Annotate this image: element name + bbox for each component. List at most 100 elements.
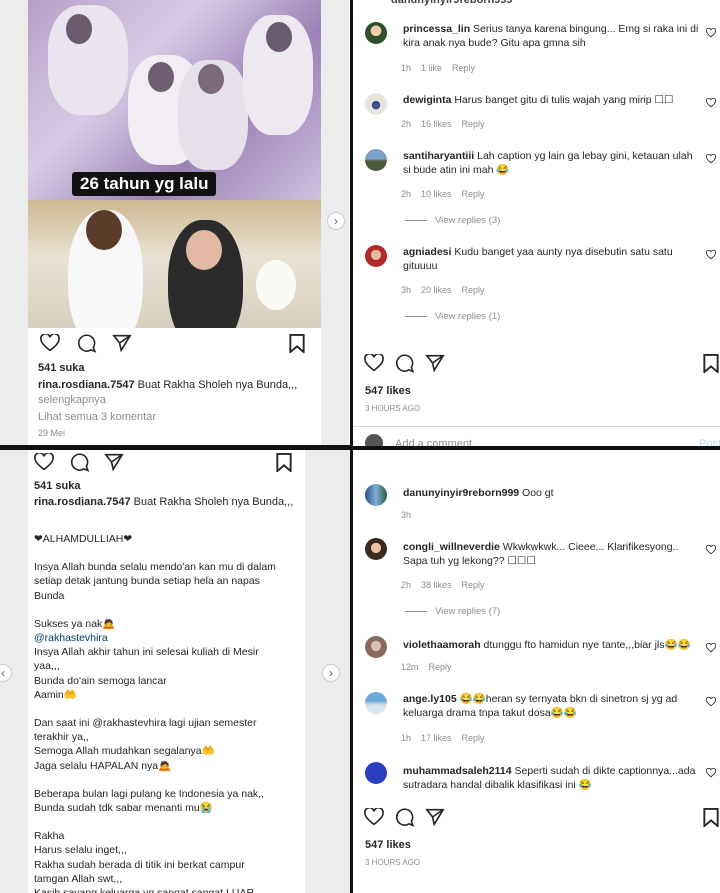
reply-link[interactable]: Reply	[462, 189, 485, 199]
next-arrow-icon[interactable]: ›	[322, 664, 340, 682]
share-icon[interactable]	[112, 334, 132, 352]
avatar[interactable]	[365, 245, 387, 267]
caption-line: ❤ALHAMDULLIAH❤	[34, 533, 133, 545]
caption-line	[34, 773, 304, 787]
emoji-icon[interactable]	[365, 434, 383, 446]
comment-like-icon[interactable]	[706, 545, 716, 555]
heart-icon[interactable]	[364, 354, 384, 372]
reply-link[interactable]: Reply	[462, 119, 485, 129]
comment-text: princessa_lin Serius tanya karena bingun…	[403, 23, 699, 49]
comment-like-icon[interactable]	[706, 28, 716, 38]
comment-meta: 1h 1 like Reply	[401, 63, 476, 73]
caption-line: Insya Allah bunda selalu mendo'an kan mu…	[34, 561, 276, 574]
view-all-comments-link[interactable]: Lihat semua 3 komentar	[38, 411, 156, 423]
comment-text: congli_willneverdie Wkwkwkwk... Cieee...…	[403, 541, 679, 567]
reply-link[interactable]: Reply	[462, 285, 485, 295]
comment-icon[interactable]	[395, 808, 415, 827]
old-wedding-photo	[28, 0, 321, 200]
post-date: 29 Mei	[38, 428, 66, 438]
post-time-ago: 3 HOURS AGO	[365, 858, 421, 867]
post-button[interactable]: Post	[699, 438, 720, 446]
caption-line	[34, 546, 304, 560]
comment-text: santiharyantiii Lah caption yg lain ga l…	[403, 150, 693, 176]
comment-like-icon[interactable]	[706, 154, 716, 164]
comment-like-icon[interactable]	[706, 768, 716, 778]
caption-full-text: ❤ALHAMDULLIAH❤ Insya Allah bunda selalu m…	[34, 518, 304, 893]
photo-caption-label: 26 tahun yg lalu	[72, 172, 217, 196]
reply-link[interactable]: Reply	[452, 63, 475, 73]
view-replies-link[interactable]: View replies (3)	[405, 215, 500, 226]
comment-like-icon[interactable]	[706, 697, 716, 707]
share-icon[interactable]	[425, 808, 445, 826]
comment-meta: 2h 10 likes Reply	[401, 189, 485, 199]
caption-line: setiap detak jantung bunda setiap hela a…	[34, 575, 260, 588]
comment-username[interactable]: muhammadsaleh2114	[403, 765, 512, 777]
comment-text: muhammadsaleh2114 Seperti sudah di dikte…	[403, 765, 696, 791]
add-comment-input[interactable]: Add a comment...	[395, 438, 481, 446]
comment-username[interactable]: dewiginta	[403, 94, 451, 106]
caption-line: Dan saat ini @rakhastevhira lagi ujian s…	[34, 717, 257, 730]
reply-link[interactable]: Reply	[462, 733, 485, 743]
bookmark-icon[interactable]	[289, 334, 305, 353]
comments-screenshot-bottom-right: danunyinyir9reborn999 Ooo gt 3h congli_w…	[353, 450, 720, 893]
comment-like-icon[interactable]	[706, 643, 716, 653]
caption-line	[34, 518, 304, 532]
comment-icon[interactable]	[395, 354, 415, 373]
reply-link[interactable]: Reply	[462, 580, 485, 590]
view-replies-link[interactable]: View replies (1)	[405, 311, 500, 322]
caption-line: Kasih sayang keluarga yg sangat sangat L…	[34, 886, 304, 893]
comment-username[interactable]: ange.ly105	[403, 693, 457, 705]
avatar[interactable]	[365, 484, 387, 506]
comment-like-icon[interactable]	[706, 98, 716, 108]
avatar[interactable]	[365, 93, 387, 115]
avatar[interactable]	[365, 149, 387, 171]
heart-icon[interactable]	[40, 334, 60, 352]
bookmark-icon[interactable]	[703, 354, 719, 373]
comment-meta: 12m Reply	[401, 662, 452, 672]
caption-preview: rina.rosdiana.7547 Buat Rakha Sholeh nya…	[38, 379, 297, 391]
comment-username[interactable]: agniadesi	[403, 246, 451, 258]
comment-icon[interactable]	[70, 453, 90, 472]
comment-icon[interactable]	[77, 334, 97, 353]
comment-meta: 3h	[401, 510, 412, 520]
caption-line: Semoga Allah mudahkan segalanya🤲	[34, 745, 215, 758]
caption-line[interactable]: @rakhastevhira	[34, 631, 304, 645]
caption-line	[34, 702, 304, 716]
post-screenshot-top-left: 26 tahun yg lalu › 541 suka rina.rosdian…	[0, 0, 350, 445]
comment-username[interactable]: santiharyantiii	[403, 150, 474, 162]
bookmark-icon[interactable]	[276, 453, 292, 472]
caption-line	[34, 815, 304, 829]
caption-line: Beberapa bulan lagi pulang ke Indonesia …	[34, 787, 265, 800]
caption-line: Rakha sudah berada di titik ini berkat c…	[34, 858, 245, 871]
comment-username[interactable]: princessa_lin	[403, 23, 470, 35]
avatar[interactable]	[365, 22, 387, 44]
recent-photo	[28, 200, 321, 328]
comment-username[interactable]: violethaamorah	[403, 639, 481, 651]
comment-username[interactable]: congli_willneverdie	[403, 541, 500, 553]
caption-line: Jaga selalu HAPALAN nya🙇	[34, 759, 172, 772]
avatar[interactable]	[365, 762, 387, 784]
post-username[interactable]: rina.rosdiana.7547	[38, 379, 135, 391]
post-username[interactable]: rina.rosdiana.7547	[34, 496, 131, 508]
heart-icon[interactable]	[34, 453, 54, 471]
share-icon[interactable]	[425, 354, 445, 372]
view-replies-link[interactable]: View replies (7)	[405, 606, 500, 617]
next-arrow-icon[interactable]: ›	[327, 212, 345, 230]
avatar[interactable]	[365, 692, 387, 714]
cut-off-header-username: danunyinyir9reborn999	[391, 0, 513, 6]
caption-line: terakhir ya,,	[34, 731, 89, 744]
reply-link[interactable]: Reply	[429, 662, 452, 672]
comment-text: agniadesi Kudu banget yaa aunty nya dise…	[403, 246, 673, 272]
comment-username[interactable]: danunyinyir9reborn999	[403, 487, 519, 499]
caption-line: Bunda	[34, 589, 65, 602]
avatar[interactable]	[365, 636, 387, 658]
avatar[interactable]	[365, 538, 387, 560]
caption-line: Rakha	[34, 830, 65, 843]
caption-line: yaa,,,	[34, 660, 60, 673]
share-icon[interactable]	[104, 453, 124, 471]
see-more-link[interactable]: selengkapnya	[38, 394, 106, 406]
comment-like-icon[interactable]	[706, 250, 716, 260]
bookmark-icon[interactable]	[703, 808, 719, 827]
comment-meta: 2h 16 likes Reply	[401, 119, 485, 129]
heart-icon[interactable]	[364, 808, 384, 826]
